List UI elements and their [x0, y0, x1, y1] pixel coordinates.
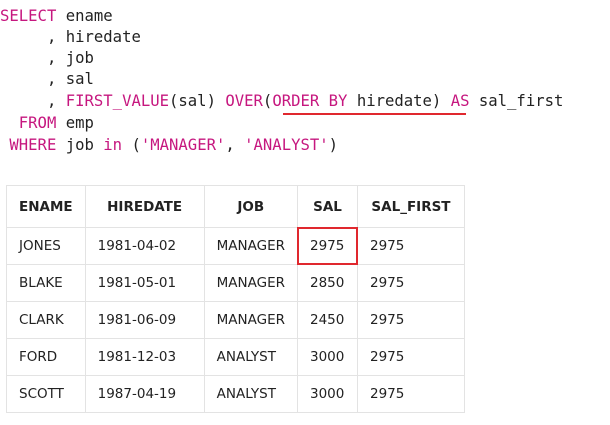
- cell-job: MANAGER: [203, 264, 298, 302]
- sql-line-sal: , sal: [0, 68, 94, 90]
- cell-job: MANAGER: [203, 301, 298, 339]
- cell-sal: 2850: [296, 264, 358, 302]
- cell-hiredate: 1987-04-19: [84, 375, 205, 413]
- cell-sal: 3000: [296, 338, 358, 376]
- first-value-function: FIRST_VALUE: [65, 92, 170, 110]
- result-table: ENAME HIREDATE JOB SAL SAL_FIRST JONES 1…: [6, 185, 465, 413]
- order-by-keyword: ORDER BY: [272, 92, 348, 110]
- table-row: JONES 1981-04-02 MANAGER 2975 2975: [6, 227, 465, 266]
- table-row: BLAKE 1981-05-01 MANAGER 2850 2975: [6, 264, 465, 302]
- cell-sal-first: 2975: [356, 375, 465, 413]
- over-keyword: OVER: [225, 92, 263, 110]
- cell-job: ANALYST: [203, 338, 298, 376]
- table-row: SCOTT 1987-04-19 ANALYST 3000 2975: [6, 375, 465, 413]
- order-by-highlight-underline: [283, 113, 466, 115]
- header-ename: ENAME: [6, 185, 86, 228]
- cell-sal: 2450: [296, 301, 358, 339]
- comma: ,: [46, 70, 57, 88]
- sql-line-first-value: , FIRST_VALUE(sal) OVER(ORDER BY hiredat…: [0, 90, 563, 112]
- comma: ,: [46, 92, 57, 110]
- in-keyword: in: [103, 136, 123, 154]
- cell-ename: CLARK: [6, 301, 86, 339]
- as-keyword: AS: [450, 92, 470, 110]
- sql-line-hiredate: , hiredate: [0, 26, 141, 48]
- cell-sal: 3000: [296, 375, 358, 413]
- sql-line-from: FROM emp: [0, 112, 94, 134]
- column-sal: sal: [65, 70, 94, 88]
- in-open-paren: (: [131, 136, 141, 154]
- cell-sal-highlighted: 2975: [296, 227, 359, 266]
- cell-sal-first: 2975: [356, 264, 465, 302]
- function-argument: (sal): [169, 92, 216, 110]
- sql-line-job: , job: [0, 47, 94, 69]
- where-keyword: WHERE: [9, 136, 57, 154]
- cell-hiredate: 1981-04-02: [84, 227, 205, 265]
- comma: ,: [46, 28, 57, 46]
- comma: ,: [46, 49, 57, 67]
- cell-ename: SCOTT: [6, 375, 86, 413]
- sql-line-select: SELECT ename: [0, 5, 113, 27]
- cell-ename: JONES: [6, 227, 86, 265]
- in-close-paren: ): [328, 136, 339, 154]
- header-job: JOB: [203, 185, 298, 228]
- cell-ename: FORD: [6, 338, 86, 376]
- string-analyst: 'ANALYST': [244, 136, 329, 154]
- where-column: job: [65, 136, 94, 154]
- header-hiredate: HIREDATE: [84, 185, 205, 228]
- in-separator: ,: [225, 136, 245, 154]
- string-manager: 'MANAGER': [140, 136, 226, 154]
- header-sal: SAL: [296, 185, 358, 228]
- table-row: CLARK 1981-06-09 MANAGER 2450 2975: [6, 301, 465, 339]
- header-sal-first: SAL_FIRST: [356, 185, 465, 228]
- cell-sal-first: 2975: [356, 227, 465, 265]
- column-job: job: [65, 49, 94, 67]
- column-hiredate: hiredate: [65, 28, 141, 46]
- from-keyword: FROM: [18, 114, 57, 132]
- order-by-column: hiredate: [356, 92, 432, 110]
- column-alias: sal_first: [478, 92, 564, 110]
- table-header-row: ENAME HIREDATE JOB SAL SAL_FIRST: [6, 185, 465, 228]
- cell-sal-first: 2975: [356, 301, 465, 339]
- over-close-paren: ): [431, 92, 442, 110]
- cell-sal-first: 2975: [356, 338, 465, 376]
- cell-job: ANALYST: [203, 375, 298, 413]
- cell-hiredate: 1981-12-03: [84, 338, 205, 376]
- table-row: FORD 1981-12-03 ANALYST 3000 2975: [6, 338, 465, 376]
- cell-job: MANAGER: [203, 227, 298, 265]
- cell-ename: BLAKE: [6, 264, 86, 302]
- cell-hiredate: 1981-05-01: [84, 264, 205, 302]
- table-name: emp: [65, 114, 94, 132]
- over-open-paren: (: [262, 92, 273, 110]
- sql-line-where: WHERE job in ('MANAGER', 'ANALYST'): [0, 134, 338, 156]
- column-ename: ename: [65, 7, 113, 25]
- select-keyword: SELECT: [0, 7, 57, 25]
- cell-hiredate: 1981-06-09: [84, 301, 205, 339]
